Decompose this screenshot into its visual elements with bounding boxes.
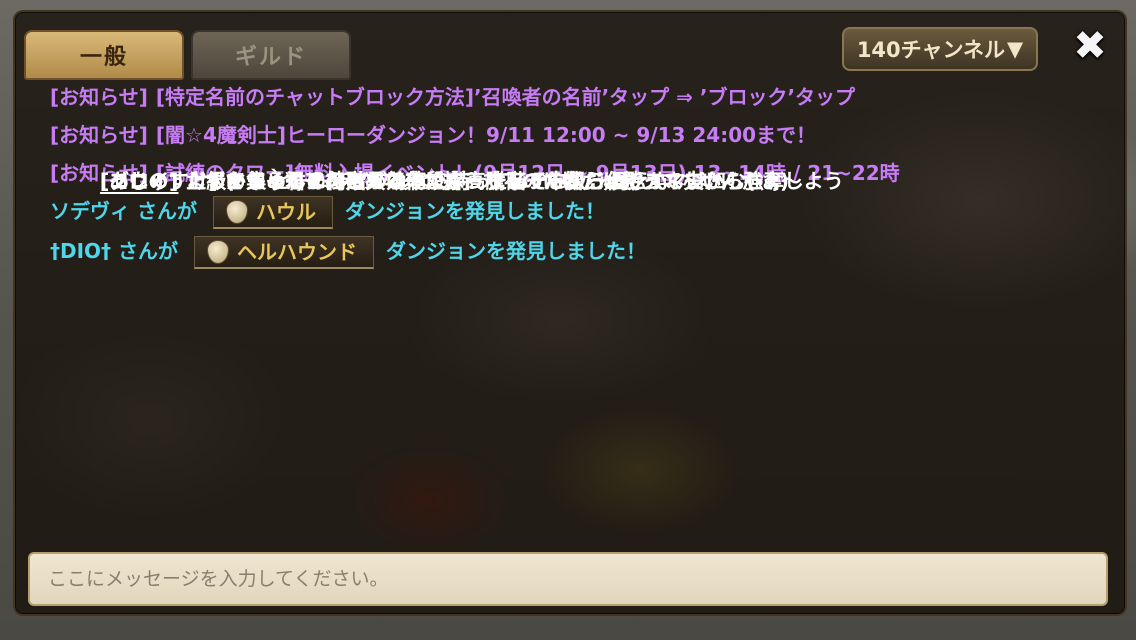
message-input[interactable] xyxy=(30,554,1106,604)
notice-tag: [お知らせ] xyxy=(50,123,148,147)
message-input-bar xyxy=(28,552,1108,606)
sender-name[interactable]: [コウのすけ] xyxy=(100,168,217,194)
chevron-down-icon: ▼ xyxy=(1007,37,1024,61)
message-text: [特定名前のチャットブロック方法]’召喚者の名前’タップ ⇒ ’ブロック’タップ xyxy=(155,85,856,109)
message-text: ダンジョンを発見しました！ xyxy=(386,239,647,263)
message-text: [闇☆4魔剣士]ヒーローダンジョン！9/11 12:00 ~ 9/13 24:0… xyxy=(155,123,817,147)
discoverer-name: †DIO† さんが xyxy=(50,239,179,263)
chat-log: [お知らせ] [特定名前のチャットブロック方法]’召喚者の名前’タップ ⇒ ’ブロ… xyxy=(50,84,1050,278)
notice-message: [お知らせ] [特定名前のチャットブロック方法]’召喚者の名前’タップ ⇒ ’ブロ… xyxy=(50,84,1050,122)
close-icon[interactable]: ✖ xyxy=(1064,20,1116,72)
tab-guild[interactable]: ギルド xyxy=(191,30,351,80)
dungeon-discovery-message: †DIO† さんが ヘルハウンド ダンジョンを発見しました！ xyxy=(50,236,1050,278)
channel-label: 140チャンネル xyxy=(856,38,1006,62)
notice-tag: [お知らせ] xyxy=(50,85,148,109)
shield-icon xyxy=(207,240,230,264)
message-text: (*´ﾛ｀*)ぐへへへ xyxy=(225,169,385,193)
notice-message: [お知らせ] [闇☆4魔剣士]ヒーローダンジョン！9/11 12:00 ~ 9/1… xyxy=(50,122,1050,160)
chat-message: [コウのすけ] (*´ﾛ｀*)ぐへへへ xyxy=(100,168,1100,208)
dungeon-name: ヘルハウンド xyxy=(237,240,358,264)
tab-general[interactable]: 一般 xyxy=(24,30,184,80)
dungeon-link[interactable]: ヘルハウンド xyxy=(194,236,375,269)
channel-selector[interactable]: 140チャンネル ▼ xyxy=(842,27,1038,71)
